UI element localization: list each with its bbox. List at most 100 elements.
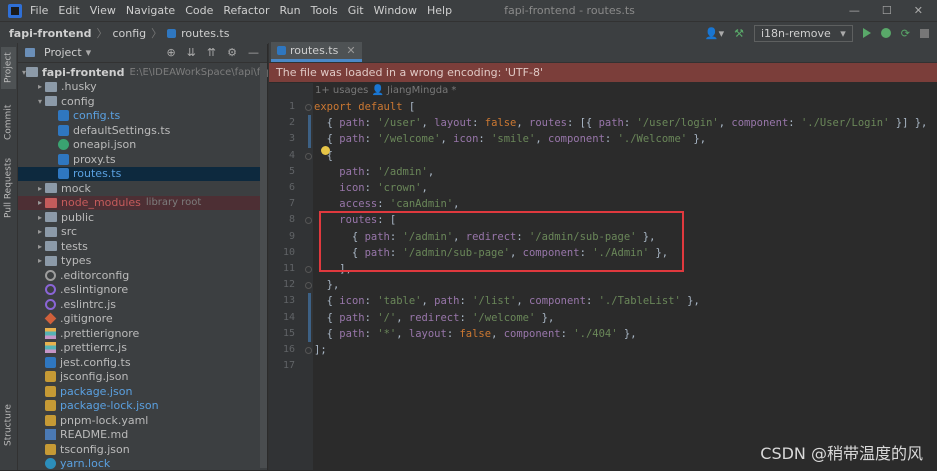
close-window-icon[interactable]: ✕ [914,4,923,17]
gear-icon[interactable]: ⚙ [227,46,237,59]
fold-marker-icon[interactable] [305,266,312,273]
menu-item-refactor[interactable]: Refactor [223,4,269,17]
breadcrumb-file[interactable]: routes.ts [181,27,229,40]
menu-item-edit[interactable]: Edit [58,4,79,17]
fold-marker-icon[interactable] [305,347,312,354]
line-number: 10 [279,247,295,258]
editor-tabs: routes.ts ✕ [269,43,937,63]
code-line[interactable]: { [314,150,333,162]
vcs-change-marker[interactable] [308,115,311,147]
coverage-icon[interactable]: ⟳ [901,27,910,40]
expand-all-icon[interactable]: ⇊ [187,46,196,59]
tree-item[interactable]: .prettierrc.js [18,341,267,356]
collapse-all-icon[interactable]: ⇈ [207,46,216,59]
tree-item[interactable]: .gitignore [18,312,267,327]
tree-item[interactable]: .prettierignore [18,326,267,341]
tree-item[interactable]: defaultSettings.ts [18,123,267,138]
tree-item[interactable]: jest.config.ts [18,355,267,370]
chevron-right-icon[interactable]: ▸ [35,242,45,251]
window-title: fapi-frontend - routes.ts [504,4,635,17]
tree-item[interactable]: package-lock.json [18,399,267,414]
tree-item[interactable]: oneapi.json [18,138,267,153]
run-icon[interactable] [863,28,871,38]
tree-item[interactable]: ▸.husky [18,80,267,95]
menu-item-help[interactable]: Help [427,4,452,17]
run-configuration-select[interactable]: i18n-remove ▾ [754,25,853,42]
code-line[interactable]: export default [ [314,101,415,113]
minimize-icon[interactable]: — [849,4,860,17]
tree-item[interactable]: .editorconfig [18,268,267,283]
code-line[interactable]: }, [314,279,339,291]
chevron-right-icon[interactable]: ▸ [35,198,45,207]
menu-item-git[interactable]: Git [348,4,364,17]
fold-marker-icon[interactable] [305,282,312,289]
code-line[interactable]: ]; [314,344,327,356]
code-line[interactable]: access: 'canAdmin', [314,198,459,210]
chevron-right-icon[interactable]: ▸ [35,82,45,91]
tree-item[interactable]: ▸ mock [18,181,267,196]
code-line[interactable]: { path: '/', redirect: '/welcome' }, [314,312,554,324]
tree-item[interactable]: proxy.ts [18,152,267,167]
tree-item[interactable]: ▾config [18,94,267,109]
stop-icon[interactable] [920,29,929,38]
breadcrumb-project[interactable]: fapi-frontend [9,27,91,40]
tree-item[interactable]: config.ts [18,109,267,124]
tree-item[interactable]: pnpm-lock.yaml [18,413,267,428]
tool-tab-commit[interactable]: Commit [1,98,16,146]
project-scrollbar[interactable] [260,63,267,468]
fold-marker-icon[interactable] [305,104,312,111]
build-hammer-icon[interactable]: ⚒ [734,27,744,40]
debug-icon[interactable] [881,28,891,38]
chevron-down-icon[interactable]: ▾ [35,97,45,106]
fold-marker-icon[interactable] [305,217,312,224]
tree-item[interactable]: routes.ts [18,167,267,182]
tab-routes-ts[interactable]: routes.ts ✕ [271,42,362,62]
breadcrumb-folder[interactable]: config [112,27,146,40]
tree-item[interactable]: ▸node_moduleslibrary root [18,196,267,211]
close-tab-icon[interactable]: ✕ [346,44,355,57]
tree-item[interactable]: README.md [18,428,267,443]
chevron-down-icon[interactable]: ▾ [86,46,92,59]
tree-item[interactable]: ▸tests [18,239,267,254]
code-area[interactable]: 1export default [2 { path: '/user', layo… [313,83,937,470]
chevron-right-icon[interactable]: ▸ [35,213,45,222]
code-line[interactable]: icon: 'crown', [314,182,428,194]
tree-item[interactable]: package.json [18,384,267,399]
hide-panel-icon[interactable]: — [248,46,259,59]
tree-item[interactable]: jsconfig.json [18,370,267,385]
vcs-change-marker[interactable] [308,293,311,342]
project-panel-title[interactable]: Project [44,46,82,59]
menu-item-window[interactable]: Window [374,4,417,17]
code-line[interactable]: { path: '/user', layout: false, routes: … [314,117,927,129]
menu-item-code[interactable]: Code [185,4,213,17]
tree-item[interactable]: ▸types [18,254,267,269]
code-line[interactable]: path: '/admin', [314,166,434,178]
locate-file-icon[interactable]: ⊕ [166,46,175,59]
tree-item[interactable]: ▸public [18,210,267,225]
maximize-icon[interactable]: ☐ [882,4,892,17]
tool-tab-project[interactable]: Project [1,47,16,89]
menu-item-tools[interactable]: Tools [311,4,338,17]
chevron-right-icon[interactable]: ▸ [35,184,45,193]
chevron-right-icon[interactable]: ▸ [35,256,45,265]
menu-item-view[interactable]: View [90,4,116,17]
tree-item-label: mock [61,182,91,195]
tree-item[interactable]: tsconfig.json [18,442,267,457]
tree-item[interactable]: .eslintrc.js [18,297,267,312]
tree-root[interactable]: ▾ fapi-frontend E:\E\IDEAWorkSpace\fapi\… [18,65,267,80]
tree-item[interactable]: .eslintignore [18,283,267,298]
menu-item-file[interactable]: File [30,4,48,17]
tree-item-label: .eslintignore [60,283,128,296]
menu-item-navigate[interactable]: Navigate [126,4,175,17]
menu-item-run[interactable]: Run [280,4,301,17]
tool-tab-structure[interactable]: Structure [1,398,16,453]
chevron-right-icon[interactable]: ▸ [35,227,45,236]
tool-tab-pull-requests[interactable]: Pull Requests [1,153,16,223]
code-line[interactable]: { path: '*', layout: false, component: '… [314,328,637,340]
account-icon[interactable]: 👤▾ [705,27,724,40]
code-line[interactable]: { icon: 'table', path: '/list', componen… [314,295,700,307]
tree-item[interactable]: yarn.lock [18,457,267,471]
fold-marker-icon[interactable] [305,153,312,160]
tree-item[interactable]: ▸src [18,225,267,240]
code-line[interactable]: { path: '/welcome', icon: 'smile', compo… [314,133,706,145]
